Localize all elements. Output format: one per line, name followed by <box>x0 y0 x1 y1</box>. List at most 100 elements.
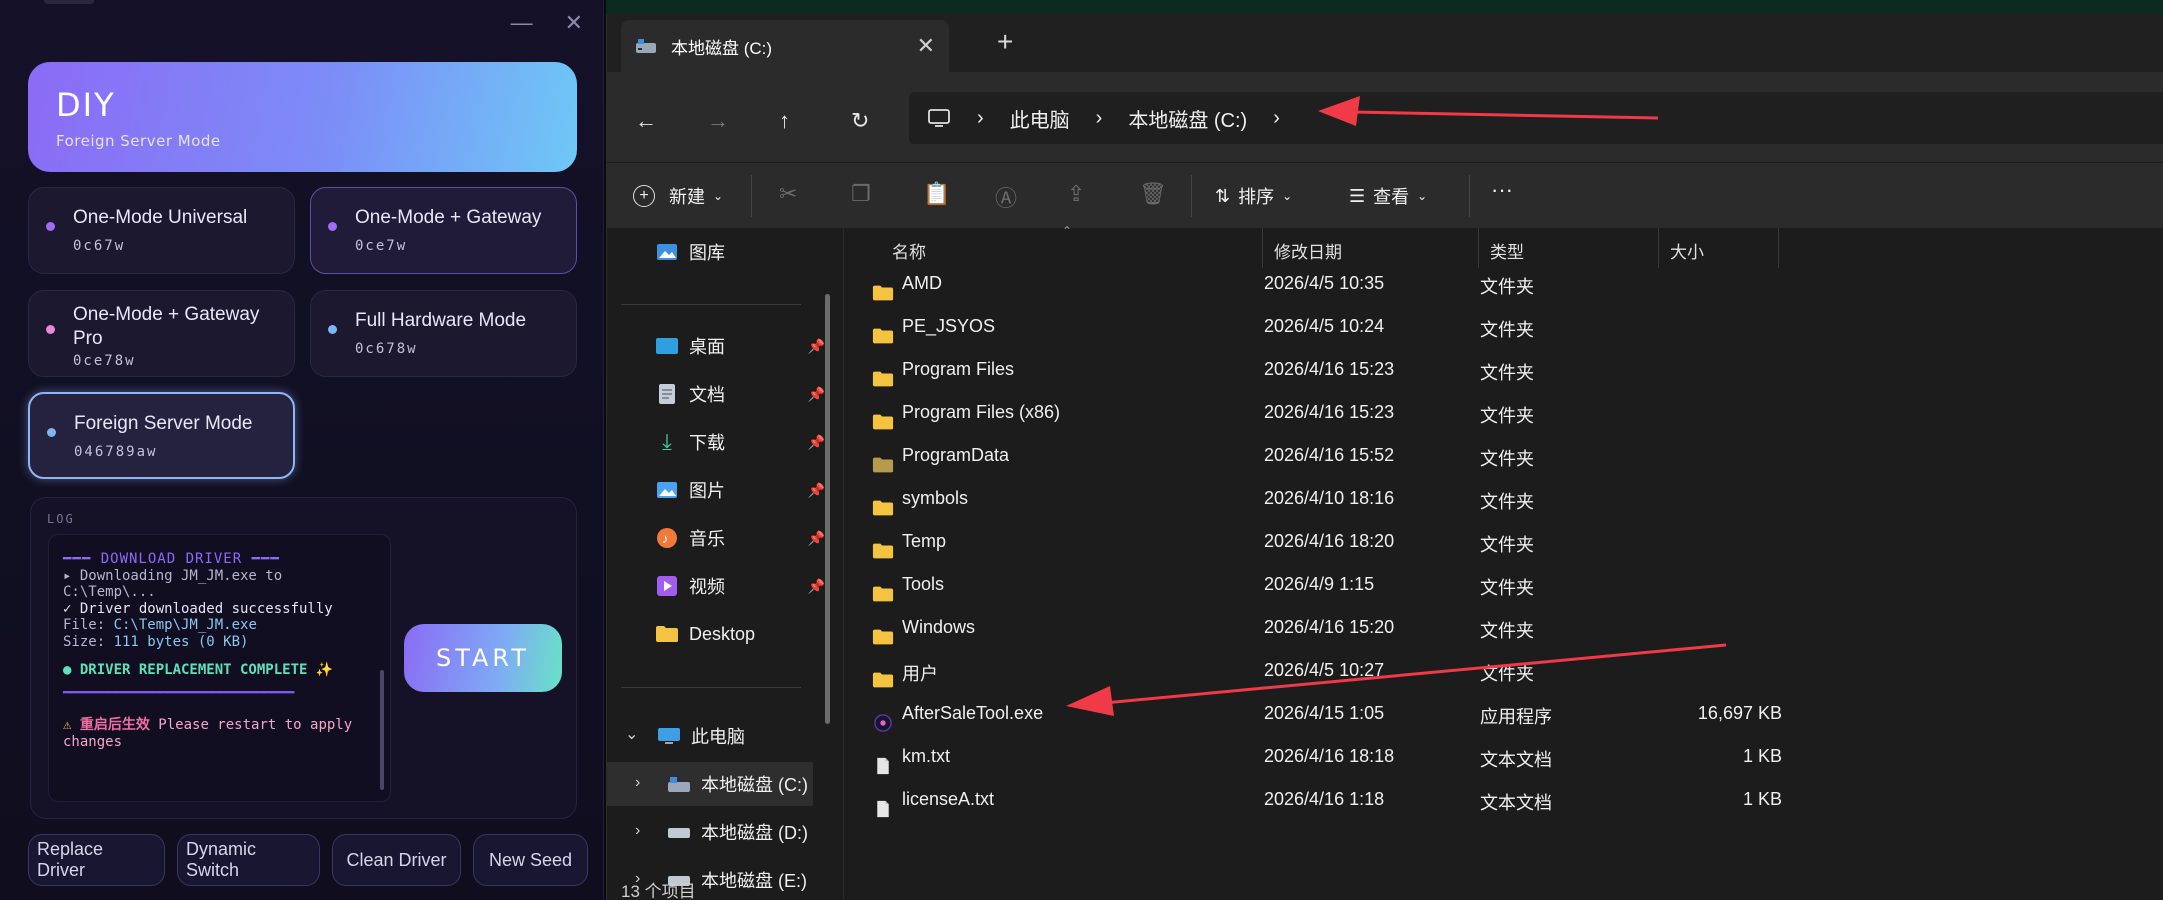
pin-icon[interactable]: 📌 <box>808 530 825 547</box>
file-explorer-window: 本地磁盘 (C:) ✕ + ← → ↑ ↻ › 此电脑 › 本地磁盘 (C:) … <box>606 14 2163 900</box>
replace-driver-button[interactable]: Replace Driver <box>28 834 165 886</box>
view-button[interactable]: ☰ 查看 ⌄ <box>1349 183 1427 209</box>
minimize-icon[interactable]: — <box>511 10 533 36</box>
mode-dot-icon <box>46 325 55 334</box>
mode-card-foreign-server[interactable]: Foreign Server Mode 046789aw <box>28 392 295 479</box>
nav-item-drive-d[interactable]: 本地磁盘 (D:) <box>607 810 837 854</box>
log-scrollbar[interactable] <box>380 670 384 790</box>
breadcrumb-this-pc[interactable]: 此电脑 <box>1010 104 1070 133</box>
view-label: 查看 <box>1373 187 1410 207</box>
file-name: Program Files (x86) <box>902 402 1061 422</box>
breadcrumb-local-disk-c[interactable]: 本地磁盘 (C:) <box>1128 104 1247 133</box>
up-icon[interactable]: ↑ <box>779 108 790 134</box>
status-item-count: 13 个项目 <box>621 882 696 900</box>
file-row[interactable]: ProgramData 2026/4/16 15:52 文件夹 <box>864 434 1764 477</box>
tab-local-disk-c[interactable]: 本地磁盘 (C:) ✕ <box>621 20 949 72</box>
rename-icon[interactable]: Ⓐ <box>995 181 1017 213</box>
sort-icon: ⇅ <box>1215 185 1231 206</box>
new-tab-icon[interactable]: + <box>997 26 1013 58</box>
nav-item-pictures[interactable]: 图片 📌 <box>607 468 837 512</box>
file-date: 2026/4/16 15:23 <box>1264 402 1395 422</box>
refresh-icon[interactable]: ↻ <box>851 108 869 134</box>
pin-icon[interactable]: 📌 <box>808 434 825 451</box>
more-options-icon[interactable]: ··· <box>1491 177 1513 203</box>
forward-icon[interactable]: → <box>707 108 729 134</box>
pin-icon[interactable]: 📌 <box>808 578 825 595</box>
delete-icon[interactable]: 🗑 <box>1139 181 1167 207</box>
nav-item-music[interactable]: ♪ 音乐 📌 <box>607 516 837 560</box>
file-row[interactable]: PE_JSYOS 2026/4/5 10:24 文件夹 <box>864 305 1764 348</box>
clean-driver-button[interactable]: Clean Driver <box>332 834 461 886</box>
file-date: 2026/4/5 10:27 <box>1264 660 1385 680</box>
tab-bar: 本地磁盘 (C:) ✕ + <box>607 14 2163 72</box>
svg-text:♪: ♪ <box>662 531 669 546</box>
file-row[interactable]: Tools 2026/4/9 1:15 文件夹 <box>864 563 1764 606</box>
start-button[interactable]: START <box>404 624 562 692</box>
file-row[interactable]: symbols 2026/4/10 18:16 文件夹 <box>864 477 1764 520</box>
nav-label: 图片 <box>689 481 725 501</box>
plus-circle-icon: + <box>633 185 655 207</box>
nav-label: 桌面 <box>689 337 725 357</box>
close-icon[interactable]: ✕ <box>565 10 583 36</box>
cut-icon[interactable]: ✂ <box>779 181 797 207</box>
mode-card-gateway-pro[interactable]: One-Mode + Gateway Pro 0ce78w <box>28 290 295 377</box>
toolbar-divider <box>1191 175 1192 217</box>
nav-item-gallery[interactable]: 图库 <box>607 230 837 274</box>
copy-icon[interactable]: ❐ <box>851 181 871 207</box>
log-console[interactable]: ━━━ DOWNLOAD DRIVER ━━━ ▸ Downloading JM… <box>48 534 391 802</box>
file-row[interactable]: Temp 2026/4/16 18:20 文件夹 <box>864 520 1764 563</box>
file-row[interactable]: AMD 2026/4/5 10:35 文件夹 <box>864 262 1764 305</box>
nav-item-downloads[interactable]: ⤓ 下载 📌 <box>607 420 837 464</box>
file-name: PE_JSYOS <box>902 316 996 336</box>
file-name: AMD <box>902 273 942 293</box>
nav-item-documents[interactable]: 文档 📌 <box>607 372 837 416</box>
close-tab-icon[interactable]: ✕ <box>917 33 935 59</box>
file-type: 文件夹 <box>1480 664 1534 684</box>
file-row[interactable]: km.txt 2026/4/16 18:18 文本文档 1 KB <box>864 735 1782 778</box>
file-row[interactable]: AfterSaleTool.exe 2026/4/15 1:05 应用程序 16,69… <box>864 692 1782 735</box>
nav-item-videos[interactable]: 视频 📌 <box>607 564 837 608</box>
dynamic-switch-button[interactable]: Dynamic Switch <box>177 834 320 886</box>
file-row[interactable]: Program Files 2026/4/16 15:23 文件夹 <box>864 348 1764 391</box>
column-divider[interactable] <box>1778 228 1779 268</box>
new-seed-button[interactable]: New Seed <box>473 834 588 886</box>
mode-code: 0ce7w <box>355 238 408 254</box>
command-bar: + 新建 ⌄ ✂ ❐ 📋 Ⓐ ⇪ 🗑 ⇅ 排序 ⌄ ☰ 查看 ⌄ ··· <box>607 162 2163 228</box>
file-row[interactable]: Program Files (x86) 2026/4/16 15:23 文件夹 <box>864 391 1764 434</box>
chevron-right-icon[interactable]: › <box>977 107 984 130</box>
mode-card-universal[interactable]: One-Mode Universal 0c67w <box>28 187 295 274</box>
chevron-right-icon[interactable]: › <box>635 822 640 840</box>
chevron-right-icon[interactable]: › <box>635 774 640 792</box>
chevron-right-icon[interactable]: › <box>1273 107 1280 130</box>
address-bar[interactable]: › 此电脑 › 本地磁盘 (C:) › <box>909 92 2163 144</box>
mode-header-card: DIY Foreign Server Mode <box>28 62 577 172</box>
mode-code: 0c67w <box>73 238 126 254</box>
mode-card-full-hardware[interactable]: Full Hardware Mode 0c678w <box>310 290 577 377</box>
file-row[interactable]: Windows 2026/4/16 15:20 文件夹 <box>864 606 1764 649</box>
back-icon[interactable]: ← <box>635 108 657 134</box>
log-line: ✓ Driver downloaded successfully <box>63 600 333 617</box>
paste-icon[interactable]: 📋 <box>923 181 950 207</box>
sort-button[interactable]: ⇅ 排序 ⌄ <box>1215 183 1292 209</box>
file-date: 2026/4/10 18:16 <box>1264 488 1395 508</box>
nav-label: 本地磁盘 (C:) <box>701 775 808 795</box>
nav-label: 此电脑 <box>691 727 745 747</box>
nav-label: 视频 <box>689 577 725 597</box>
file-type: 应用程序 <box>1480 707 1552 727</box>
file-size: 1 KB <box>1742 746 1782 766</box>
nav-item-desktop-folder[interactable]: Desktop <box>607 612 837 656</box>
nav-label: 音乐 <box>689 529 725 549</box>
file-row[interactable]: licenseA.txt 2026/4/16 1:18 文本文档 1 KB <box>864 778 1782 821</box>
file-row[interactable]: 用户 2026/4/5 10:27 文件夹 <box>864 649 1764 692</box>
pin-icon[interactable]: 📌 <box>808 482 825 499</box>
nav-scrollbar[interactable] <box>825 294 830 724</box>
new-button[interactable]: + 新建 ⌄ <box>633 183 723 209</box>
pin-icon[interactable]: 📌 <box>808 386 825 403</box>
share-icon[interactable]: ⇪ <box>1067 181 1085 207</box>
mode-card-gateway[interactable]: One-Mode + Gateway 0ce7w <box>310 187 577 274</box>
nav-item-desktop[interactable]: 桌面 📌 <box>607 324 837 368</box>
gallery-icon <box>655 242 679 262</box>
pin-icon[interactable]: 📌 <box>808 338 825 355</box>
chevron-right-icon[interactable]: › <box>1096 107 1103 130</box>
nav-item-this-pc[interactable]: 此电脑 <box>607 714 837 758</box>
